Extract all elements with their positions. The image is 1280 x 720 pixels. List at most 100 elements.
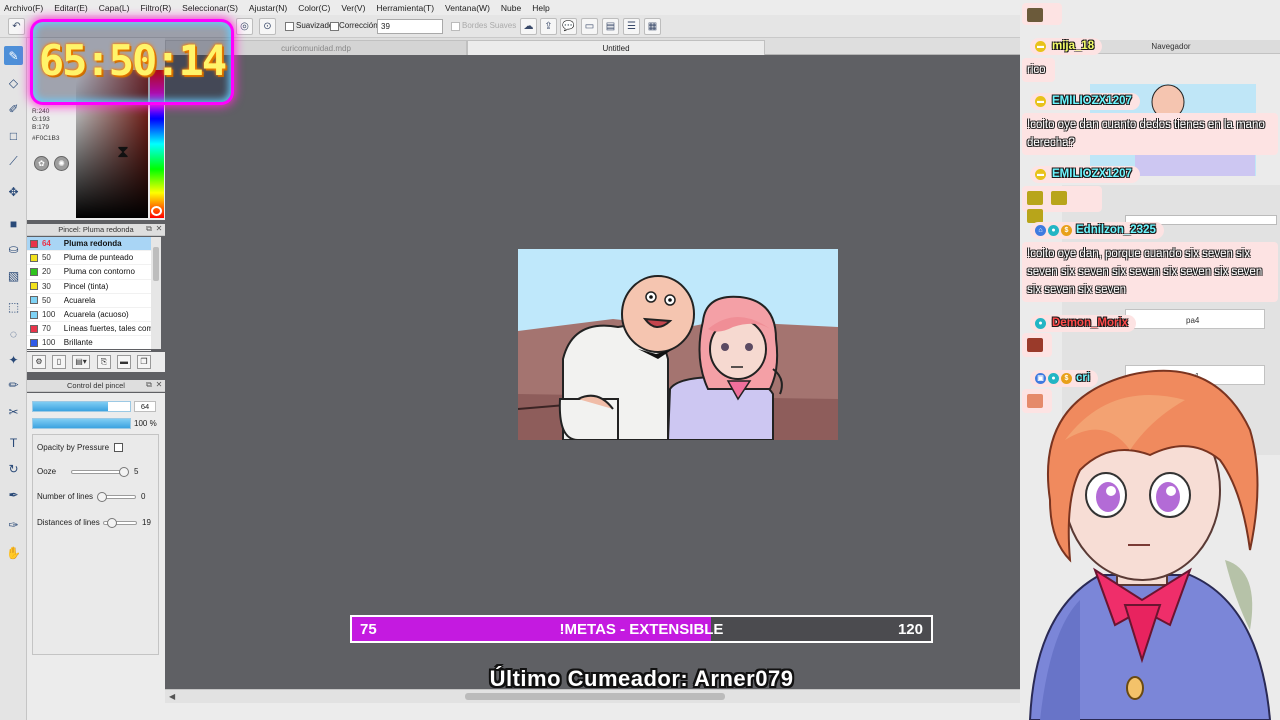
brush-size-value[interactable]: 64 bbox=[134, 401, 156, 412]
scroll-left-icon[interactable]: ◀ bbox=[169, 692, 175, 701]
scrollbar-thumb[interactable] bbox=[153, 247, 159, 281]
goal-end-value: 120 bbox=[897, 621, 923, 638]
panel-float-icon[interactable]: ⧉ bbox=[145, 225, 153, 233]
menu-archivo[interactable]: Archivo(F) bbox=[4, 3, 43, 13]
palette-icon[interactable]: ✿ bbox=[34, 156, 49, 171]
color-wheel-icon[interactable]: ✺ bbox=[54, 156, 69, 171]
soft-edges-checkbox[interactable] bbox=[451, 22, 460, 31]
select-eraser-tool-icon[interactable]: ✂ bbox=[4, 402, 23, 421]
menu-ajustar[interactable]: Ajustar(N) bbox=[249, 3, 287, 13]
brush-color-swatch bbox=[30, 253, 38, 262]
target-icon[interactable]: ⊙ bbox=[259, 18, 276, 35]
brush-row[interactable]: 70 Líneas fuertes, tales como bbox=[27, 322, 151, 337]
duplicate-icon[interactable]: ❐ bbox=[137, 355, 151, 369]
opacity-pressure-checkbox[interactable] bbox=[114, 443, 123, 452]
menu-ventana[interactable]: Ventana(W) bbox=[445, 3, 490, 13]
drawing-canvas[interactable] bbox=[518, 249, 838, 440]
menu-help[interactable]: Help bbox=[532, 3, 549, 13]
emote-icon bbox=[1051, 190, 1067, 205]
canvas-horizontal-scrollbar[interactable]: ◀ bbox=[165, 689, 1035, 703]
eyedropper-tool-icon[interactable]: ✑ bbox=[4, 515, 23, 534]
brush-size-bar[interactable] bbox=[32, 401, 131, 412]
comment-icon[interactable]: 💬 bbox=[560, 18, 577, 35]
rect-select-tool-icon[interactable]: □ bbox=[4, 126, 23, 145]
menu-capa[interactable]: Capa(L) bbox=[99, 3, 130, 13]
brush-list-scrollbar[interactable] bbox=[151, 237, 161, 349]
brush-row[interactable]: 100 Acuarela (acuoso) bbox=[27, 308, 151, 323]
gradient-tool-icon[interactable]: ▧ bbox=[4, 266, 23, 285]
add-brush-icon[interactable]: ▤▾ bbox=[72, 355, 90, 369]
brush-row[interactable]: 30 Pincel (tinta) bbox=[27, 280, 151, 294]
menu-seleccionar[interactable]: Seleccionar(S) bbox=[182, 3, 238, 13]
display-icon[interactable]: ▭ bbox=[581, 18, 598, 35]
lines-value: 0 bbox=[141, 492, 146, 501]
grid-icon[interactable]: ▦ bbox=[644, 18, 661, 35]
text-tool-icon[interactable]: T bbox=[4, 433, 23, 452]
panel-close-icon[interactable]: ✕ bbox=[155, 381, 163, 389]
brush-size: 30 bbox=[41, 281, 51, 291]
stabilizer-icon[interactable]: ◎ bbox=[236, 18, 253, 35]
eraser-tool-icon[interactable]: ◇ bbox=[4, 73, 23, 92]
tab-untitled[interactable]: Untitled bbox=[467, 40, 765, 55]
page-icon[interactable]: ▤ bbox=[602, 18, 619, 35]
brush-settings-icon[interactable]: ⚙ bbox=[32, 355, 46, 369]
share-icon[interactable]: ⇪ bbox=[540, 18, 557, 35]
ooze-value: 5 bbox=[134, 467, 139, 476]
divide-tool-icon[interactable]: ✒ bbox=[4, 485, 23, 504]
menu-nube[interactable]: Nube bbox=[501, 3, 521, 13]
list-icon[interactable]: ☰ bbox=[623, 18, 640, 35]
brush-row[interactable]: 50 Pluma de punteado bbox=[27, 251, 151, 266]
layer-row[interactable]: pa4 bbox=[1125, 309, 1265, 329]
ooze-label: Ooze bbox=[37, 467, 57, 476]
line-tool-icon[interactable]: ⟋ bbox=[4, 152, 23, 171]
select-pen-tool-icon[interactable]: ✏ bbox=[4, 375, 23, 394]
menu-herramienta[interactable]: Herramienta(T) bbox=[376, 3, 434, 13]
chat-message bbox=[1022, 186, 1102, 223]
menu-color[interactable]: Color(C) bbox=[298, 3, 330, 13]
hue-marker[interactable] bbox=[151, 206, 162, 216]
lines-knob[interactable] bbox=[97, 492, 107, 502]
ooze-knob[interactable] bbox=[119, 467, 129, 477]
correction-input[interactable]: 39 bbox=[377, 19, 443, 34]
chat-message bbox=[1022, 333, 1052, 357]
brush-row[interactable]: 20 Pluma con contorno bbox=[27, 265, 151, 280]
fill-rect-tool-icon[interactable]: ■ bbox=[4, 214, 23, 233]
emote-icon bbox=[1027, 337, 1043, 352]
brush-row[interactable]: 64 Pluma redonda bbox=[27, 237, 151, 252]
brush-panel-header: Pincel: Pluma redonda ⧉ ✕ bbox=[27, 224, 165, 236]
menu-filtro[interactable]: Filtro(R) bbox=[140, 3, 171, 13]
new-brush-icon[interactable]: ▯ bbox=[52, 355, 66, 369]
copy-brush-icon[interactable]: ⎘ bbox=[97, 355, 111, 369]
brush-name: Líneas fuertes, tales como bbox=[63, 324, 151, 334]
pen-tool-icon[interactable]: ✎ bbox=[4, 46, 23, 65]
brush-size: 100 bbox=[41, 338, 56, 348]
lines-label: Number of lines bbox=[37, 492, 94, 501]
color-g-value: G:193 bbox=[32, 116, 50, 123]
panel-close-icon[interactable]: ✕ bbox=[155, 225, 163, 233]
brush-size: 50 bbox=[41, 253, 51, 263]
brush-row[interactable]: 100 Brillante bbox=[27, 336, 151, 351]
fill-erase-tool-icon[interactable]: ✐ bbox=[4, 99, 23, 118]
brush-color-swatch bbox=[30, 239, 38, 248]
brush-color-swatch bbox=[30, 282, 38, 291]
lasso-select-tool-icon[interactable]: ⬚ bbox=[4, 297, 23, 316]
bucket-tool-icon[interactable]: ⛀ bbox=[4, 239, 23, 258]
scrollbar-thumb[interactable] bbox=[465, 693, 725, 700]
panel-float-icon[interactable]: ⧉ bbox=[145, 381, 153, 389]
opacity-bar[interactable] bbox=[32, 418, 131, 429]
magic-wand-tool-icon[interactable]: ✦ bbox=[4, 350, 23, 369]
folder-icon[interactable]: ▬ bbox=[117, 355, 131, 369]
undo-icon[interactable]: ↶ bbox=[8, 18, 25, 35]
menu-editar[interactable]: Editar(E) bbox=[54, 3, 88, 13]
cloud-icon[interactable]: ☁ bbox=[520, 18, 537, 35]
smoothing-checkbox[interactable] bbox=[285, 22, 294, 31]
chat-username: ▬ EMILIOZX1207 bbox=[1030, 166, 1140, 183]
brush-row[interactable]: 50 Acuarela bbox=[27, 294, 151, 308]
hand-tool-icon[interactable]: ✋ bbox=[4, 543, 23, 562]
menu-ver[interactable]: Ver(V) bbox=[341, 3, 365, 13]
lasso-tool-icon[interactable]: ◌ bbox=[4, 324, 23, 343]
operation-tool-icon[interactable]: ↻ bbox=[4, 459, 23, 478]
move-tool-icon[interactable]: ✥ bbox=[4, 182, 23, 201]
distance-knob[interactable] bbox=[107, 518, 117, 528]
correction-checkbox[interactable] bbox=[330, 22, 339, 31]
